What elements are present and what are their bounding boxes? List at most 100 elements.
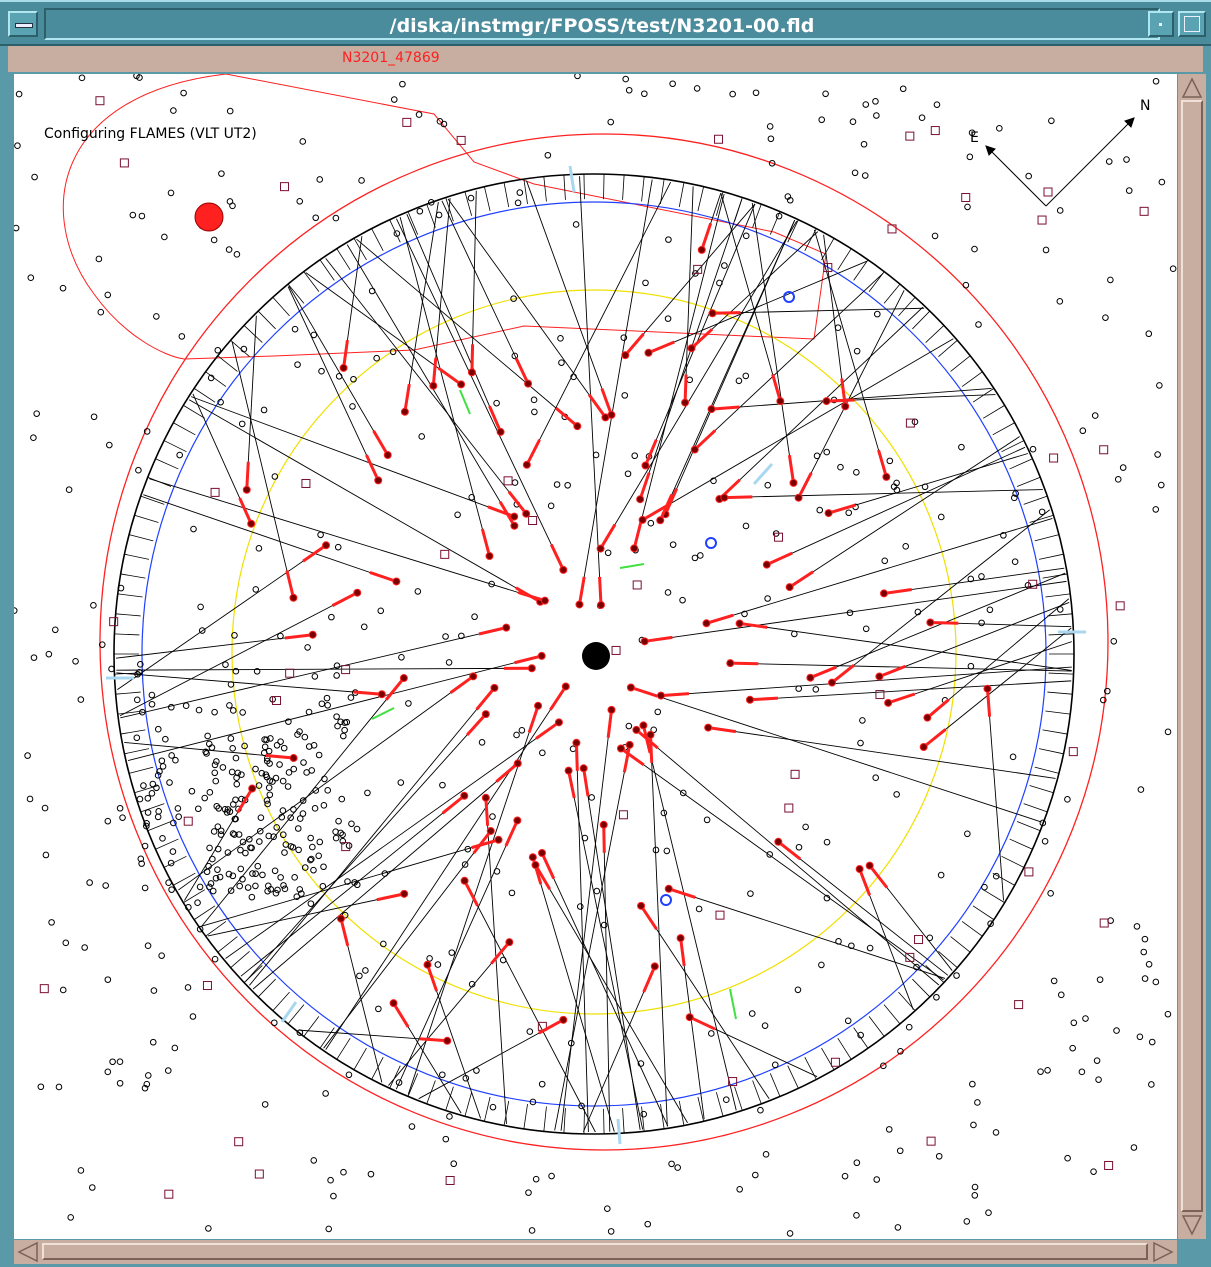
guide-square (632, 580, 642, 590)
retractor-tick (128, 766, 154, 774)
star (90, 413, 98, 421)
horizontal-scrollbar[interactable] (14, 1240, 1177, 1264)
star (27, 274, 35, 282)
retractor-tick (163, 855, 187, 868)
star (332, 828, 339, 835)
star (239, 709, 246, 716)
star (333, 662, 341, 670)
rotator-handle[interactable] (194, 202, 224, 232)
star (967, 662, 975, 670)
star (310, 866, 317, 874)
fiber-button-tip (745, 695, 754, 704)
guide-square (119, 158, 129, 168)
star (986, 606, 994, 614)
star (853, 1212, 860, 1219)
star (55, 1083, 63, 1091)
arrow-right-icon[interactable] (1151, 1240, 1175, 1264)
fiber-button-body (480, 528, 491, 557)
fiber-button-tip (596, 544, 605, 553)
fiber-line (645, 203, 756, 466)
retractor-tick (1038, 553, 1064, 560)
retractor-tick (804, 1057, 817, 1080)
star (849, 118, 857, 125)
arrow-left-icon[interactable] (16, 1240, 40, 1264)
fiber-button-tip (522, 509, 531, 518)
retractor-tick (769, 211, 781, 235)
field-canvas[interactable]: Configuring FLAMES (VLT UT2) N E (14, 74, 1177, 1239)
star (1082, 1015, 1089, 1022)
star (978, 619, 985, 627)
star (860, 140, 868, 148)
star (937, 513, 945, 521)
window-menu-icon[interactable] (8, 11, 38, 37)
title-bar[interactable]: /diska/instmgr/FPOSS/test/N3201-00.fld (0, 0, 1211, 46)
star (211, 769, 219, 777)
fiber-button-tip (762, 560, 771, 569)
arrow-down-icon[interactable] (1180, 1213, 1204, 1237)
fiber-line (648, 260, 867, 354)
fiber-button-body (797, 472, 813, 499)
star (154, 725, 162, 733)
star (335, 817, 342, 825)
fiber-button-tip (392, 577, 401, 586)
star (434, 961, 442, 968)
fiber-button-tip (534, 701, 543, 710)
star (48, 919, 55, 926)
fiber-button-body (724, 495, 753, 500)
fiber-line (642, 725, 737, 1111)
star (1152, 77, 1160, 85)
vertical-scrollbar[interactable] (1178, 74, 1206, 1239)
fiber-button-tip (879, 589, 888, 598)
fiber-button-tip (289, 754, 298, 763)
fiber-button-tip (806, 673, 815, 682)
retractor-tick (163, 440, 187, 453)
retractor-tick (503, 182, 510, 208)
star (721, 262, 728, 269)
star (256, 838, 263, 845)
fiber-button-tip (481, 710, 490, 719)
star (133, 734, 141, 742)
fiber-button-body (535, 721, 560, 740)
star (625, 86, 633, 94)
star (1064, 796, 1071, 803)
star (104, 1068, 112, 1076)
horizontal-scroll-thumb[interactable] (42, 1243, 1148, 1260)
fiber-button-tip (494, 835, 503, 844)
retractor-tick (124, 748, 150, 755)
guide-square (1139, 206, 1149, 216)
retractor-tick (563, 174, 566, 200)
star (167, 189, 175, 197)
star (321, 775, 328, 783)
maximize-icon[interactable] (1178, 11, 1206, 37)
star (818, 116, 826, 124)
star (144, 794, 152, 802)
fiber-button-body (517, 590, 546, 603)
fiber-button-body (602, 824, 606, 853)
star (299, 138, 307, 145)
star (104, 291, 112, 299)
vertical-scroll-thumb[interactable] (1181, 100, 1203, 1212)
fiber-button-tip (289, 593, 298, 602)
fiber-buttons[interactable] (236, 222, 992, 1045)
fibre-configuration-plot[interactable] (14, 74, 1177, 1239)
star (77, 1167, 85, 1174)
star (279, 777, 287, 785)
star (857, 739, 864, 747)
fiber-button-body (683, 374, 688, 403)
star (992, 1129, 1000, 1136)
retractor-tick (1038, 748, 1064, 755)
star (360, 623, 368, 631)
star (679, 596, 686, 604)
guide-square (715, 910, 725, 920)
minimize-icon[interactable] (1148, 11, 1174, 37)
arrow-up-icon[interactable] (1180, 76, 1204, 100)
star (1141, 935, 1149, 943)
fiber-button-body (730, 661, 759, 666)
star (228, 768, 236, 776)
star (757, 1106, 764, 1114)
fiber-button-tip (626, 683, 635, 692)
star (1137, 786, 1145, 793)
fiber-button-body (926, 698, 950, 719)
star (204, 732, 211, 740)
star (742, 522, 750, 530)
